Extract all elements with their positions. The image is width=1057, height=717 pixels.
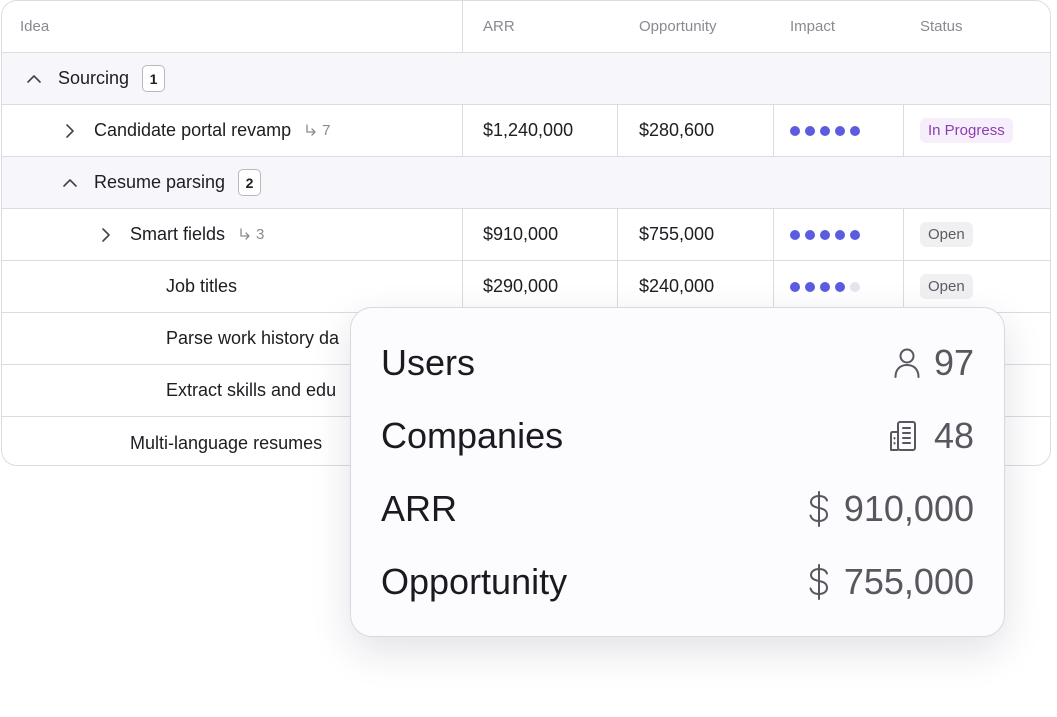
idea-label: Candidate portal revamp (94, 120, 292, 140)
column-divider (462, 261, 463, 312)
column-header-status[interactable]: Status (920, 1, 963, 52)
status-badge[interactable]: Open (920, 274, 973, 299)
column-divider (773, 261, 774, 312)
impact-rating (790, 229, 860, 240)
impact-dot-filled (790, 125, 800, 136)
impact-dot-filled (805, 125, 815, 136)
impact-dot-filled (835, 229, 845, 240)
arr-cell: $1,240,000 (483, 120, 574, 140)
impact-dot-filled (805, 281, 815, 292)
chevron-right-icon[interactable] (96, 225, 116, 245)
column-divider (903, 209, 904, 260)
status-cell: In Progress (920, 105, 1013, 156)
idea-label: Smart fields (130, 224, 226, 244)
impact-cell (790, 105, 860, 156)
idea-label: Extract skills and edu (166, 380, 337, 400)
table-row[interactable]: Smart fields 3 $910,000 $755,000 Open (2, 209, 1050, 261)
group-row-sourcing[interactable]: Sourcing 1 (2, 53, 1050, 105)
impact-rating (790, 281, 860, 292)
impact-dot-filled (820, 281, 830, 292)
column-divider (462, 209, 463, 260)
popover-value: 48 (888, 415, 974, 457)
group-label: Sourcing (58, 68, 130, 88)
impact-cell (790, 261, 860, 312)
column-header-opportunity[interactable]: Opportunity (639, 1, 717, 52)
table-header: Idea ARR Opportunity Impact Status (2, 1, 1050, 53)
popover-row-arr: ARR 910,000 (381, 479, 974, 539)
column-divider (617, 261, 618, 312)
impact-dot-filled (850, 229, 860, 240)
column-divider (903, 105, 904, 156)
impact-dot-filled (790, 229, 800, 240)
popover-label: Users (381, 342, 476, 383)
user-icon (894, 348, 920, 378)
opportunity-cell: $755,000 (639, 224, 715, 244)
subitem-count: 7 (303, 122, 330, 139)
table-row[interactable]: Job titles $290,000 $240,000 Open (2, 261, 1050, 313)
column-header-idea[interactable]: Idea (20, 1, 49, 52)
column-divider (617, 105, 618, 156)
popover-label: Opportunity (381, 561, 568, 602)
idea-label: Parse work history da (166, 328, 340, 348)
opportunity-cell: $280,600 (639, 120, 715, 140)
arr-cell: $290,000 (483, 276, 559, 296)
popover-label: Companies (381, 415, 564, 456)
group-label: Resume parsing (94, 172, 226, 192)
chevron-up-icon[interactable] (60, 173, 80, 193)
table-row[interactable]: Candidate portal revamp 7 $1,240,000 $28… (2, 105, 1050, 157)
column-divider (773, 209, 774, 260)
popover-row-companies: Companies 48 (381, 406, 974, 466)
popover-value: 97 (892, 342, 974, 384)
impact-dot-filled (805, 229, 815, 240)
impact-dot-filled (820, 125, 830, 136)
column-header-arr[interactable]: ARR (483, 1, 515, 52)
column-divider (903, 261, 904, 312)
impact-rating (790, 125, 860, 136)
idea-label: Job titles (166, 276, 238, 296)
arr-cell: $910,000 (483, 224, 559, 244)
impact-dot-filled (790, 281, 800, 292)
impact-dot-filled (820, 229, 830, 240)
subitem-count: 3 (237, 226, 264, 243)
popover-label: ARR (381, 488, 458, 529)
popover-row-users: Users 97 (381, 333, 974, 393)
group-count-badge: 1 (142, 65, 166, 92)
building-icon (889, 421, 916, 451)
metrics-popover: Users 97 Companies 48 ARR 910,000 Opport… (350, 307, 1005, 637)
dollar-icon (809, 491, 828, 527)
popover-value: 755,000 (806, 561, 974, 603)
impact-cell (790, 209, 860, 260)
impact-dot-filled (850, 125, 860, 136)
group-row-resume-parsing[interactable]: Resume parsing 2 (2, 157, 1050, 209)
popover-value: 910,000 (806, 488, 974, 530)
status-badge[interactable]: In Progress (920, 118, 1013, 143)
impact-dot-empty (850, 281, 860, 292)
status-cell: Open (920, 261, 973, 312)
chevron-up-icon[interactable] (24, 69, 44, 89)
chevron-right-icon[interactable] (60, 121, 80, 141)
opportunity-cell: $240,000 (639, 276, 715, 296)
popover-row-opportunity: Opportunity 755,000 (381, 552, 974, 612)
dollar-icon (809, 564, 828, 600)
column-header-impact[interactable]: Impact (790, 1, 835, 52)
column-divider (617, 209, 618, 260)
status-cell: Open (920, 209, 973, 260)
impact-dot-filled (835, 281, 845, 292)
column-divider (462, 1, 463, 52)
status-badge[interactable]: Open (920, 222, 973, 247)
impact-dot-filled (835, 125, 845, 136)
subitem-arrow-icon (306, 123, 316, 136)
idea-label: Multi-language resumes (130, 432, 323, 453)
group-count-badge: 2 (238, 169, 262, 196)
subitem-arrow-icon (240, 227, 250, 240)
column-divider (462, 105, 463, 156)
column-divider (773, 105, 774, 156)
